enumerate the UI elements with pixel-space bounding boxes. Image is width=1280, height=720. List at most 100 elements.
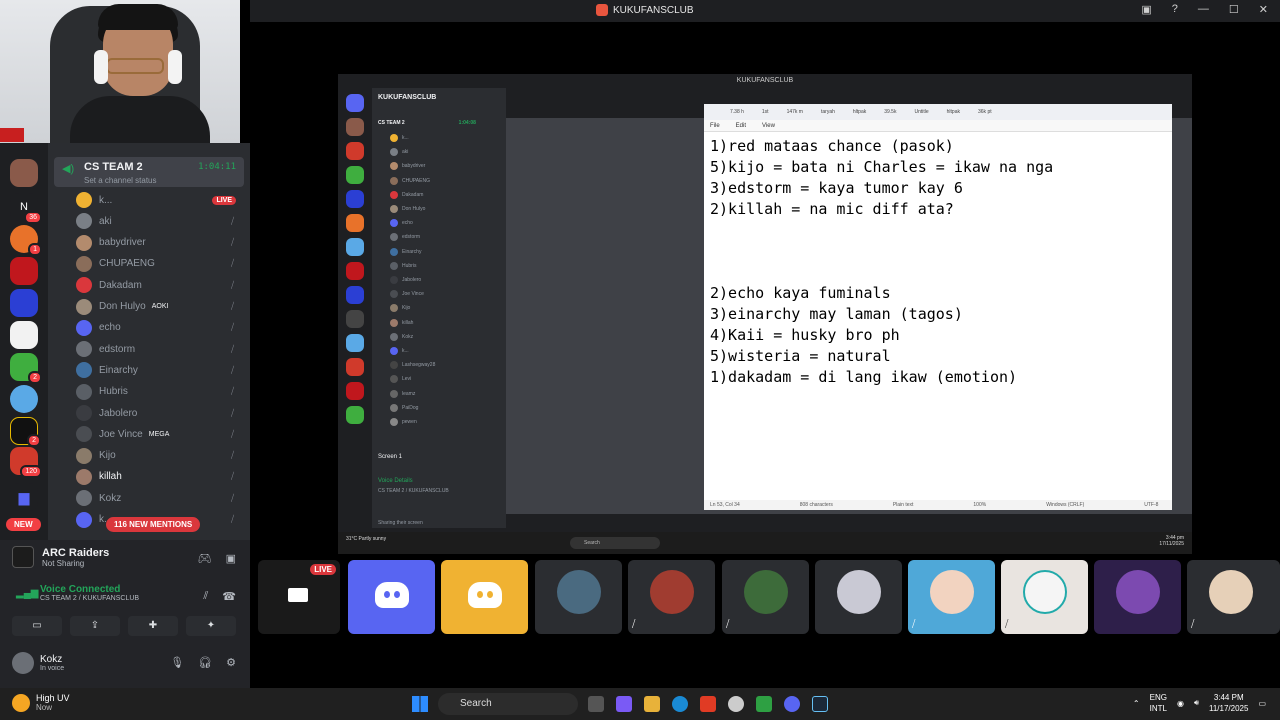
edge-icon[interactable] <box>672 696 688 712</box>
server-icon[interactable] <box>10 321 38 349</box>
notepad-menu-item[interactable]: View <box>762 123 775 129</box>
server-icon[interactable]: 1 <box>10 225 42 256</box>
app-icon[interactable] <box>756 696 772 712</box>
notepad-tab[interactable]: 36k pt <box>978 109 992 115</box>
participant-tile[interactable]: ⧸ <box>908 560 995 634</box>
notepad-tab[interactable]: taryah <box>821 109 835 115</box>
copilot-icon[interactable] <box>616 696 632 712</box>
steam-icon[interactable] <box>812 696 828 712</box>
file-explorer-icon[interactable] <box>644 696 660 712</box>
maximize-button[interactable]: ☐ <box>1229 3 1239 16</box>
notepad-tab[interactable]: 39.5k <box>884 109 896 115</box>
gamepad-icon[interactable]: 🎮︎ <box>198 552 212 565</box>
voice-member[interactable]: aki ⧸ <box>76 211 244 231</box>
notepad-tab[interactable]: hltpak <box>947 109 960 115</box>
language-indicator[interactable]: ENG INTL <box>1150 692 1167 714</box>
avatar <box>76 405 92 421</box>
notepad-tab[interactable]: Untitle <box>914 109 928 115</box>
notepad-menu-item[interactable]: File <box>710 123 720 129</box>
help-icon[interactable]: ? <box>1172 3 1178 16</box>
close-button[interactable]: ✕ <box>1259 3 1268 16</box>
text-line: 5)wisteria = natural <box>710 347 891 365</box>
participant-tile[interactable] <box>815 560 902 634</box>
weather-widget[interactable]: High UV Now <box>12 693 70 712</box>
voice-member[interactable]: Hubris ⧸ <box>76 382 244 402</box>
voice-member[interactable]: Kokz ⧸ <box>76 488 244 508</box>
discord-icon[interactable] <box>784 696 800 712</box>
task-view-icon[interactable] <box>588 696 604 712</box>
chevron-up-icon[interactable]: ⌃ <box>1133 699 1140 708</box>
muted-icon: ⧸ <box>1191 619 1195 630</box>
participant-tile[interactable] <box>1094 560 1181 634</box>
voice-member[interactable]: Dakadam ⧸ <box>76 275 244 295</box>
voice-member[interactable]: edstorm ⧸ <box>76 339 244 359</box>
text-line: 2)killah = na mic diff ata? <box>710 200 954 218</box>
server-icon[interactable]: 2 <box>10 353 42 384</box>
member-name: Joe Vince <box>99 428 143 440</box>
voice-member[interactable]: babydriver ⧸ <box>76 233 244 253</box>
user-info[interactable]: Kokz In voice <box>12 652 64 674</box>
server-icon[interactable] <box>10 289 38 317</box>
participant-tile[interactable] <box>535 560 622 634</box>
server-icon[interactable]: 120 <box>10 447 42 478</box>
voice-member[interactable]: Kijo ⧸ <box>76 446 244 466</box>
voice-member[interactable]: killah ⧸ <box>76 467 244 487</box>
server-icon[interactable] <box>10 159 38 187</box>
participant-tile[interactable] <box>348 560 435 634</box>
taskbar-search[interactable]: Search <box>438 693 578 715</box>
notepad-tab[interactable]: hltpak <box>853 109 866 115</box>
new-mentions-pill[interactable]: 116 NEW MENTIONS <box>106 517 201 532</box>
notepad-menu-item[interactable]: Edit <box>736 123 746 129</box>
github-icon[interactable] <box>728 696 744 712</box>
volume-icon[interactable]: 🔊︎ <box>1194 698 1199 708</box>
muted-icon: ⧸ <box>230 215 234 226</box>
notepad-text[interactable]: 1)red mataas chance (pasok) 5)kijo = bata… <box>704 132 1172 392</box>
windows-start-icon[interactable] <box>412 696 428 712</box>
participant-tile[interactable]: ⧸ <box>628 560 715 634</box>
text-line <box>710 241 1166 262</box>
participant-tile[interactable]: ⧸ <box>1187 560 1280 634</box>
notepad-tab[interactable]: 7.38 h <box>730 109 744 115</box>
participant-tile[interactable]: ⧸ <box>722 560 809 634</box>
headphones-icon[interactable]: 🎧︎ <box>198 656 212 669</box>
notepad-tab[interactable]: 1st <box>762 109 769 115</box>
voice-member[interactable]: CHUPAENG ⧸ <box>76 254 244 274</box>
notepad-tab[interactable]: 147k m <box>787 109 803 115</box>
taskbar-clock[interactable]: 3:44 PM 11/17/2025 <box>1209 692 1248 714</box>
voice-channel-header[interactable]: ◀) CS TEAM 2 1:04:11 Set a channel statu… <box>54 157 244 187</box>
avatar <box>12 652 34 674</box>
soundboard-button[interactable]: ✦ <box>186 616 236 636</box>
wifi-icon[interactable]: ◉ <box>1177 699 1184 708</box>
minimize-button[interactable]: — <box>1198 3 1209 16</box>
voice-member[interactable]: echo ⧸ <box>76 318 244 338</box>
screen-share-button[interactable]: ⇪ <box>70 616 120 636</box>
participant-tile[interactable] <box>441 560 528 634</box>
server-icon[interactable] <box>10 257 38 285</box>
folder-icon[interactable]: ▆ <box>10 483 38 511</box>
stream-icon[interactable]: ▣ <box>226 552 236 565</box>
voice-member[interactable]: Jabolero ⧸ <box>76 403 244 423</box>
participant-tile[interactable]: ⧸ <box>1001 560 1088 634</box>
muted-icon: ⧸ <box>230 471 234 482</box>
voice-connection[interactable]: ▂▄▆ Voice Connected CS TEAM 2 / KUKUFANS… <box>14 584 139 602</box>
disconnect-icon[interactable]: ☎ <box>222 590 236 603</box>
noise-suppression-icon[interactable]: ⫽ <box>203 590 208 603</box>
server-icon[interactable] <box>10 385 38 413</box>
voice-member[interactable]: Einarchy ⧸ <box>76 360 244 380</box>
server-icon[interactable]: 2 <box>10 417 41 447</box>
status-item: UTF-8 <box>1144 502 1159 508</box>
brave-icon[interactable] <box>700 696 716 712</box>
notification-icon[interactable]: ▭ <box>1258 699 1266 708</box>
new-unreads-pill[interactable]: NEW <box>6 518 41 531</box>
microphone-icon[interactable]: 🎙︎ <box>170 656 184 669</box>
server-icon[interactable]: N 36 <box>10 193 42 224</box>
activities-button[interactable]: ✚ <box>128 616 178 636</box>
popout-icon[interactable]: ▣ <box>1141 3 1151 16</box>
gear-icon[interactable]: ⚙ <box>226 656 236 669</box>
participant-tile[interactable]: LIVE <box>258 560 340 634</box>
voice-member[interactable]: Don Hulyo AOKI ⧸ <box>76 297 244 317</box>
camera-button[interactable]: ▭ <box>12 616 62 636</box>
muted-icon: ⧸ <box>230 514 234 524</box>
voice-member[interactable]: k... LIVE <box>76 190 244 210</box>
voice-member[interactable]: Joe Vince MEGA ⧸ <box>76 424 244 444</box>
